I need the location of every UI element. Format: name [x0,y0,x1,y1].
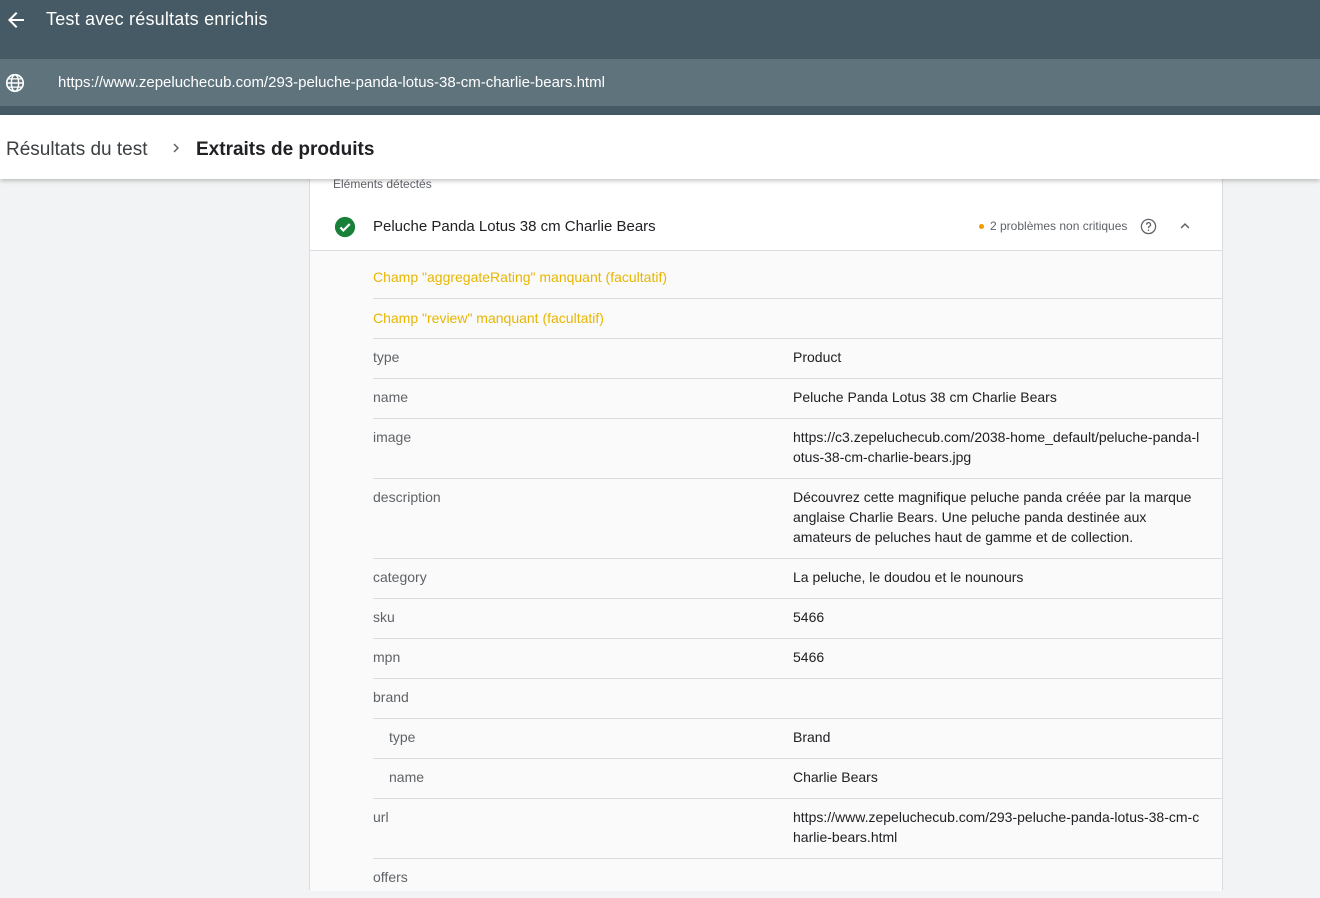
results-card: Éléments détectés Peluche Panda Lotus 38… [309,170,1223,891]
field-row: type Product [373,339,1222,379]
arrow-back-icon[interactable] [4,8,28,32]
field-key: image [373,429,412,445]
field-row: mpn 5466 [373,639,1222,679]
item-title: Peluche Panda Lotus 38 cm Charlie Bears [373,218,656,235]
field-value: 5466 [793,649,825,665]
chevron-right-icon [173,143,179,153]
field-row: url https://www.zepeluchecub.com/293-pel… [373,799,1222,859]
breadcrumb-parent-link[interactable]: Résultats du test [6,139,148,161]
field-row: brand [373,679,1222,719]
field-value: 5466 [793,609,825,625]
globe-icon [5,73,25,93]
field-value: https://c3.zepeluchecub.com/2038-home_de… [793,429,1200,465]
field-value: Product [793,349,842,365]
field-row-nested: type Brand [373,719,1222,759]
field-value: La peluche, le doudou et le nounours [793,569,1024,585]
field-key: brand [373,689,409,705]
page-title: Test avec résultats enrichis [46,9,268,29]
tested-url-bar: https://www.zepeluchecub.com/293-peluche… [0,59,1320,106]
field-value: https://www.zepeluchecub.com/293-peluche… [793,809,1200,845]
field-value: Découvrez cette magnifique peluche panda… [793,489,1192,545]
field-key: description [373,489,441,505]
field-key: offers [373,869,408,885]
field-row-nested: name Charlie Bears [373,759,1222,799]
check-circle-icon [334,216,356,238]
warning-dot-icon [979,224,984,229]
tested-url: https://www.zepeluchecub.com/293-peluche… [58,74,605,91]
item-details: Champ "aggregateRating" manquant (facult… [310,251,1222,891]
help-icon[interactable] [1140,218,1157,235]
warning-text: Champ "review" manquant (facultatif) [373,310,604,326]
field-row: name Peluche Panda Lotus 38 cm Charlie B… [373,379,1222,419]
section-label: Éléments détectés [333,177,432,191]
breadcrumb-current: Extraits de produits [196,139,375,160]
field-key: name [389,769,425,785]
field-value: Peluche Panda Lotus 38 cm Charlie Bears [793,389,1057,405]
field-row: image https://c3.zepeluchecub.com/2038-h… [373,419,1222,479]
field-value: Brand [793,729,831,745]
field-row: description Découvrez cette magnifique p… [373,479,1222,559]
chevron-up-icon[interactable] [1176,217,1194,235]
warning-row: Champ "aggregateRating" manquant (facult… [373,251,1222,299]
field-row: category La peluche, le doudou et le nou… [373,559,1222,599]
field-key: url [373,809,389,825]
field-key: category [373,569,427,585]
field-key: type [373,349,400,365]
breadcrumb: Résultats du test Extraits de produits [0,115,1320,179]
item-header[interactable]: Peluche Panda Lotus 38 cm Charlie Bears … [310,204,1222,251]
field-value: Charlie Bears [793,769,878,785]
field-key: type [389,729,416,745]
field-key: sku [373,609,395,625]
app-bar: Test avec résultats enrichis https://www… [0,0,1320,115]
field-row: sku 5466 [373,599,1222,639]
field-row: offers [373,859,1222,898]
field-key: mpn [373,649,401,665]
warning-text: Champ "aggregateRating" manquant (facult… [373,269,667,285]
issues-summary: 2 problèmes non critiques [990,219,1128,233]
field-key: name [373,389,409,405]
warning-row: Champ "review" manquant (facultatif) [373,299,1222,339]
